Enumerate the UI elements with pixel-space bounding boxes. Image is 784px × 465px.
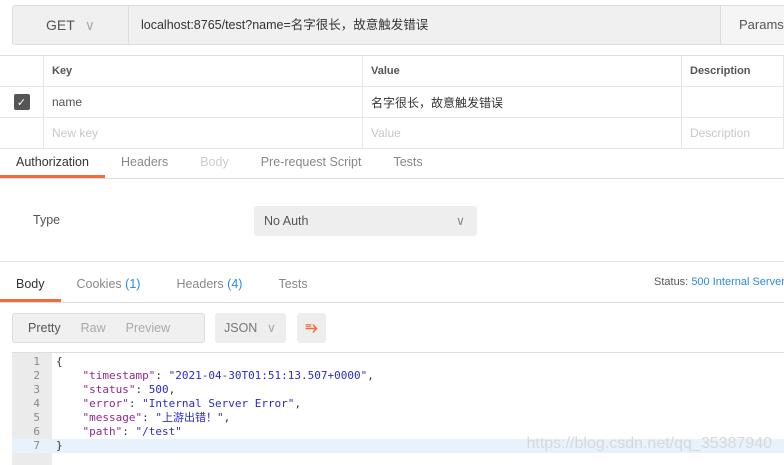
table-row-new: New key Value Description — [0, 118, 784, 149]
code-token: : — [142, 411, 156, 424]
method-select[interactable]: GET ∨ — [13, 6, 129, 44]
new-key-input[interactable]: New key — [44, 118, 363, 148]
code-token: , — [168, 383, 176, 396]
line-number: 5 — [33, 411, 40, 424]
params-table: Key Value Description ✓ name 名字很长，故意触发错误 N… — [0, 55, 784, 149]
line-number: 1 — [33, 355, 40, 368]
code-token: "path" — [56, 425, 123, 438]
code-token: "message" — [56, 411, 143, 424]
code-token: "error" — [56, 397, 129, 410]
format-select[interactable]: JSON ∨ — [215, 313, 286, 343]
pretty-button[interactable]: Pretty — [13, 321, 71, 335]
code-token: "2021-04-30T01:51:13.507+0000" — [168, 369, 368, 382]
status: Status: 500 Internal Server Error — [654, 276, 784, 288]
code-token: 500 — [148, 383, 169, 396]
code-token: : — [135, 383, 149, 396]
response-body-editor[interactable]: 1{2 "timestamp": "2021-04-30T01:51:13.50… — [12, 352, 784, 465]
tab-cookies[interactable]: Cookies (1) — [61, 269, 157, 302]
tab-pre-request-script[interactable]: Pre-request Script — [245, 147, 378, 178]
code-line: 2 "timestamp": "2021-04-30T01:51:13.507+… — [12, 369, 784, 383]
new-description-input[interactable]: Description — [682, 118, 784, 148]
value-field[interactable]: 名字很长，故意触发错误 — [363, 87, 682, 117]
type-label: Type — [33, 213, 61, 227]
code-line: 1{ — [12, 355, 784, 369]
code-token: , — [294, 397, 302, 410]
chevron-down-icon: ∨ — [84, 16, 96, 33]
description-field[interactable] — [682, 87, 784, 117]
code-token: "Internal Server Error" — [142, 397, 295, 410]
code-token: "/test" — [135, 425, 182, 438]
wrap-lines-icon[interactable]: ⥱ — [297, 313, 326, 343]
line-number: 3 — [33, 383, 40, 396]
tab-body[interactable]: Body — [184, 147, 245, 178]
code-token: , — [223, 411, 231, 424]
view-mode-group: Pretty Raw Preview — [12, 313, 205, 343]
code-line: 4 "error": "Internal Server Error", — [12, 397, 784, 411]
row-checkbox[interactable]: ✓ — [13, 94, 30, 110]
url-bar: GET ∨ localhost:8765/test?name=名字很长，故意触发错… — [12, 5, 784, 45]
line-number: 4 — [33, 397, 40, 410]
code-token: { — [56, 355, 63, 368]
key-field[interactable]: name — [44, 87, 363, 117]
code-token: "timestamp" — [56, 369, 156, 382]
preview-button[interactable]: Preview — [116, 321, 180, 335]
request-tabs: Authorization Headers Body Pre-request S… — [0, 147, 784, 179]
line-number: 7 — [33, 439, 40, 452]
url-input[interactable]: localhost:8765/test?name=名字很长，故意触发错误 — [141, 6, 428, 44]
tab-response-tests[interactable]: Tests — [258, 269, 323, 302]
tab-response-headers[interactable]: Headers (4) — [156, 269, 258, 302]
code-token: "上游出错！" — [155, 411, 224, 424]
code-line: 3 "status": 500, — [12, 383, 784, 397]
chevron-down-icon: ∨ — [455, 214, 465, 228]
code-token: : — [155, 369, 169, 382]
table-header: Key Value Description — [0, 56, 784, 87]
chevron-down-icon: ∨ — [266, 321, 276, 335]
tab-authorization[interactable]: Authorization — [0, 147, 105, 178]
code-token: "status" — [56, 383, 136, 396]
tab-response-body[interactable]: Body — [0, 269, 61, 302]
params-button[interactable]: Params — [720, 6, 784, 44]
code-token: : — [122, 425, 136, 438]
line-number: 2 — [33, 369, 40, 382]
auth-type-select[interactable]: No Auth ∨ — [254, 206, 477, 236]
tab-tests[interactable]: Tests — [377, 147, 438, 178]
new-value-input[interactable]: Value — [363, 118, 682, 148]
tab-headers[interactable]: Headers — [105, 147, 184, 178]
code-token: : — [128, 397, 143, 410]
code-token: } — [56, 439, 63, 452]
code-line: 5 "message": "上游出错！", — [12, 411, 784, 425]
watermark: https://blog.csdn.net/qq_35387940 — [526, 435, 772, 452]
code-token: , — [367, 369, 374, 382]
line-number: 6 — [33, 425, 40, 438]
table-row: ✓ name 名字很长，故意触发错误 — [0, 87, 784, 118]
raw-button[interactable]: Raw — [71, 321, 116, 335]
